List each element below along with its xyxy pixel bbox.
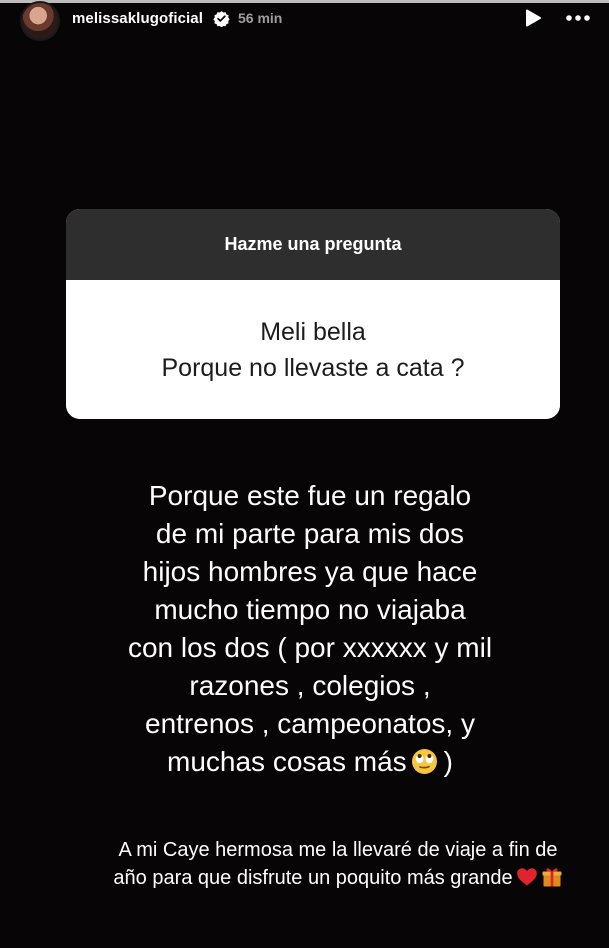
- answer-line-text: muchas cosas más: [167, 746, 407, 777]
- answer-line: razones , colegios ,: [189, 670, 431, 701]
- footer-note-line-last: año para que disfrute un poquito más gra…: [68, 864, 608, 892]
- play-icon: [526, 9, 541, 27]
- question-text-line: Meli bella: [260, 317, 366, 346]
- story-viewer[interactable]: melissaklugoficial 56 min Hazme una preg…: [0, 0, 609, 948]
- username[interactable]: melissaklugoficial: [72, 10, 203, 27]
- answer-line: Porque este fue un regalo: [148, 480, 472, 511]
- eye-roll-face-icon: [411, 747, 438, 774]
- footer-note: A mi Caye hermosa me la llevaré de viaje…: [68, 836, 608, 892]
- question-sticker-body: Meli bella Porque no llevaste a cata ?: [66, 280, 560, 419]
- answer-line: entrenos , campeonatos, y: [145, 708, 475, 739]
- more-icon: [566, 15, 590, 21]
- answer-line: hijos hombres ya que hace: [142, 556, 478, 587]
- gift-icon: [541, 866, 563, 888]
- answer-line: mucho tiempo no viajaba: [154, 594, 466, 625]
- story-header: melissaklugoficial 56 min: [0, 0, 609, 40]
- play-button[interactable]: [522, 7, 544, 29]
- story-timestamp: 56 min: [238, 10, 283, 26]
- avatar[interactable]: [22, 3, 58, 39]
- answer-text: Porque este fue un regalo de mi parte pa…: [100, 477, 520, 781]
- verified-badge-icon: [213, 10, 230, 28]
- question-sticker-prompt: Hazme una pregunta: [66, 209, 560, 280]
- footer-note-line: A mi Caye hermosa me la llevaré de viaje…: [118, 839, 558, 861]
- answer-line-end: ): [443, 746, 453, 777]
- footer-note-text: año para que disfrute un poquito más gra…: [113, 867, 513, 889]
- question-sticker[interactable]: Hazme una pregunta Meli bella Porque no …: [66, 209, 560, 419]
- answer-line: con los dos ( por xxxxxx y mil: [127, 632, 493, 663]
- more-options-button[interactable]: [565, 8, 591, 28]
- answer-line-last: muchas cosas más ): [100, 743, 520, 781]
- red-heart-icon: [516, 866, 538, 888]
- question-text-line: Porque no llevaste a cata ?: [161, 353, 465, 382]
- answer-line: de mi parte para mis dos: [155, 518, 465, 549]
